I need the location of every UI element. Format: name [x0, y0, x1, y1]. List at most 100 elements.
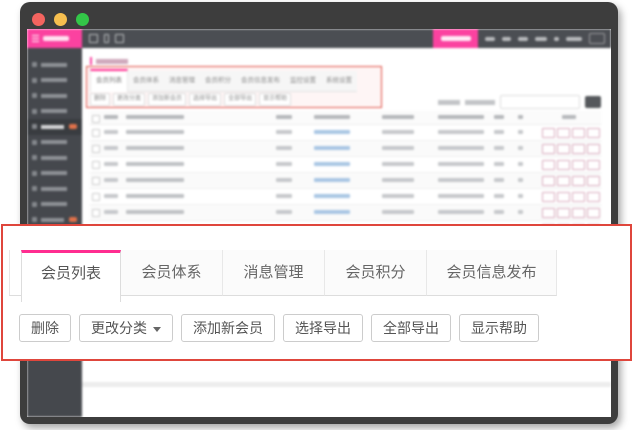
row-checkbox[interactable]	[92, 177, 100, 185]
table-row[interactable]	[90, 157, 601, 173]
tab-monitor-settings[interactable]: 监控设置	[285, 71, 321, 92]
sidebar-item[interactable]	[27, 150, 82, 166]
row-action-button[interactable]	[572, 160, 585, 170]
sidebar-item-label-blur	[41, 78, 67, 82]
topbar-menu-item[interactable]	[485, 37, 495, 41]
row-action-button[interactable]	[572, 176, 585, 186]
sidebar-item[interactable]	[27, 135, 82, 151]
show-help-button[interactable]: 显示帮助	[259, 93, 291, 106]
cell-link-blur[interactable]	[314, 210, 350, 214]
row-checkbox[interactable]	[92, 129, 100, 137]
tab-member-points[interactable]: 会员积分	[325, 250, 427, 296]
export-all-button[interactable]: 全部导出	[371, 314, 451, 342]
topbar-menu-item[interactable]	[518, 37, 528, 41]
more-icon[interactable]	[104, 34, 109, 43]
minimize-window-icon[interactable]	[54, 13, 67, 26]
topbar-menu-item[interactable]	[566, 37, 582, 41]
tab-member-system[interactable]: 会员体系	[128, 71, 164, 92]
cell-link-blur[interactable]	[314, 162, 350, 166]
row-action-button[interactable]	[557, 192, 570, 202]
row-action-button[interactable]	[557, 160, 570, 170]
add-member-button[interactable]: 添加新会员	[181, 314, 275, 342]
sidebar-item[interactable]	[27, 119, 82, 135]
topbar-pink-button[interactable]	[433, 29, 478, 48]
tab-system-settings[interactable]: 系统设置	[321, 71, 357, 92]
tab-message-manage[interactable]: 消息管理	[223, 250, 325, 296]
select-all-checkbox[interactable]	[92, 115, 100, 123]
sidebar-item[interactable]	[27, 57, 82, 73]
show-help-button[interactable]: 显示帮助	[459, 314, 539, 342]
close-window-icon[interactable]	[32, 13, 45, 26]
row-action-button[interactable]	[557, 176, 570, 186]
row-action-button[interactable]	[557, 128, 570, 138]
refresh-icon[interactable]	[89, 34, 98, 43]
row-checkbox[interactable]	[92, 193, 100, 201]
row-action-button[interactable]	[587, 128, 600, 138]
table-row[interactable]	[90, 205, 601, 221]
zoom-window-icon[interactable]	[76, 13, 89, 26]
sidebar-item[interactable]	[27, 181, 82, 197]
topbar-menu-item[interactable]	[535, 37, 547, 41]
table-search-controls	[438, 95, 601, 109]
search-button[interactable]	[585, 96, 601, 108]
sidebar-item[interactable]	[27, 166, 82, 182]
row-action-button[interactable]	[587, 160, 600, 170]
tab-member-list[interactable]: 会员列表	[21, 250, 121, 302]
row-action-button[interactable]	[572, 144, 585, 154]
row-action-button[interactable]	[572, 192, 585, 202]
cell-email-blur	[438, 194, 484, 198]
row-action-button[interactable]	[542, 128, 555, 138]
export-all-button[interactable]: 全部导出	[224, 93, 256, 106]
row-action-button[interactable]	[587, 192, 600, 202]
row-action-button[interactable]	[572, 128, 585, 138]
cell-link-blur[interactable]	[314, 146, 350, 150]
change-category-button[interactable]: 更改分类	[113, 93, 145, 106]
export-selected-button[interactable]: 选择导出	[189, 93, 221, 106]
filter-select-blur[interactable]	[465, 100, 495, 105]
sidebar-item-icon	[32, 109, 37, 114]
row-action-button[interactable]	[542, 176, 555, 186]
cell-link-blur[interactable]	[314, 178, 350, 182]
sidebar-item[interactable]	[27, 197, 82, 213]
row-action-button[interactable]	[542, 160, 555, 170]
row-action-button[interactable]	[572, 208, 585, 218]
row-action-button[interactable]	[587, 144, 600, 154]
tab-member-system[interactable]: 会员体系	[121, 250, 223, 296]
delete-button[interactable]: 删除	[90, 93, 110, 106]
topbar-chip-button[interactable]	[589, 33, 605, 44]
sidebar-item[interactable]	[27, 88, 82, 104]
col-email-header	[438, 115, 484, 119]
sidebar-item[interactable]	[27, 73, 82, 89]
topbar-menu-item[interactable]	[502, 37, 511, 41]
row-action-button[interactable]	[542, 144, 555, 154]
sidebar-item[interactable]	[27, 104, 82, 120]
app-logo[interactable]	[27, 29, 82, 48]
row-action-button[interactable]	[557, 144, 570, 154]
row-checkbox[interactable]	[92, 161, 100, 169]
bell-icon[interactable]	[115, 34, 124, 43]
row-action-button[interactable]	[542, 192, 555, 202]
cell-link-blur[interactable]	[314, 194, 350, 198]
table-row[interactable]	[90, 173, 601, 189]
tab-member-points[interactable]: 会员积分	[200, 71, 236, 92]
row-action-button[interactable]	[557, 208, 570, 218]
table-row[interactable]	[90, 141, 601, 157]
table-row[interactable]	[90, 189, 601, 205]
delete-button[interactable]: 删除	[19, 314, 71, 342]
row-action-button[interactable]	[587, 208, 600, 218]
row-checkbox[interactable]	[92, 145, 100, 153]
tab-member-list[interactable]: 会员列表	[90, 69, 128, 92]
table-row[interactable]	[90, 125, 601, 141]
tab-member-info-publish[interactable]: 会员信息发布	[236, 71, 285, 92]
add-member-button[interactable]: 添加新会员	[148, 93, 186, 106]
tab-member-info-publish[interactable]: 会员信息发布	[427, 250, 557, 296]
search-input[interactable]	[500, 95, 580, 109]
cell-link-blur[interactable]	[314, 130, 350, 134]
topbar-menu-item[interactable]	[554, 37, 559, 41]
change-category-button[interactable]: 更改分类	[79, 314, 173, 342]
export-selected-button[interactable]: 选择导出	[283, 314, 363, 342]
row-action-button[interactable]	[542, 208, 555, 218]
tab-message-manage[interactable]: 消息管理	[164, 71, 200, 92]
row-checkbox[interactable]	[92, 209, 100, 217]
row-action-button[interactable]	[587, 176, 600, 186]
